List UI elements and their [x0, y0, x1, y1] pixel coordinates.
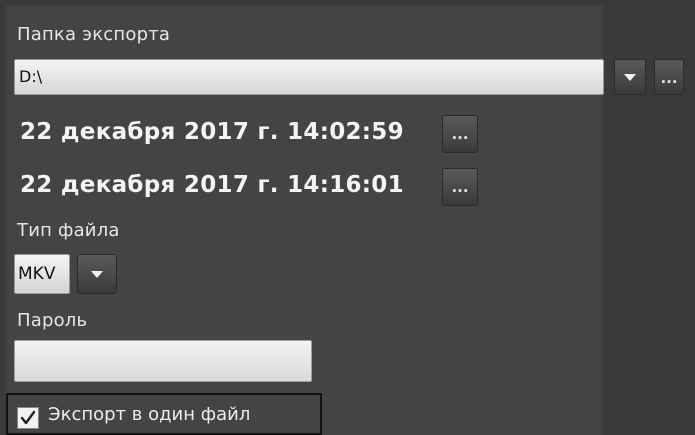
more-dots-icon: ... — [660, 69, 678, 87]
password-field[interactable] — [14, 340, 312, 382]
single-file-label: Экспорт в один файл — [48, 404, 251, 425]
end-datetime: 22 декабря 2017 г. 14:16:01 — [20, 172, 404, 198]
more-dots-icon: ... — [451, 178, 469, 196]
start-datetime: 22 декабря 2017 г. 14:02:59 — [20, 119, 404, 145]
export-folder-browse-button[interactable]: ... — [654, 59, 684, 95]
export-folder-combo[interactable]: D:\ — [14, 59, 604, 95]
export-folder-value: D:\ — [19, 67, 43, 86]
export-folder-dropdown-button[interactable] — [614, 59, 646, 95]
file-type-combo[interactable]: MKV — [14, 254, 70, 294]
single-file-option[interactable]: Экспорт в один файл — [6, 393, 322, 435]
more-dots-icon: ... — [451, 125, 469, 143]
end-datetime-picker-button[interactable]: ... — [442, 168, 478, 206]
checkmark-icon — [20, 410, 36, 425]
export-folder-label: Папка экспорта — [17, 24, 171, 45]
password-label: Пароль — [17, 310, 88, 331]
chevron-down-icon — [91, 271, 103, 278]
file-type-dropdown-button[interactable] — [77, 254, 117, 294]
file-type-label: Тип файла — [17, 220, 120, 241]
single-file-checkbox[interactable] — [17, 407, 39, 429]
file-type-value: MKV — [18, 264, 56, 284]
start-datetime-picker-button[interactable]: ... — [442, 115, 478, 153]
chevron-down-icon — [624, 74, 636, 81]
